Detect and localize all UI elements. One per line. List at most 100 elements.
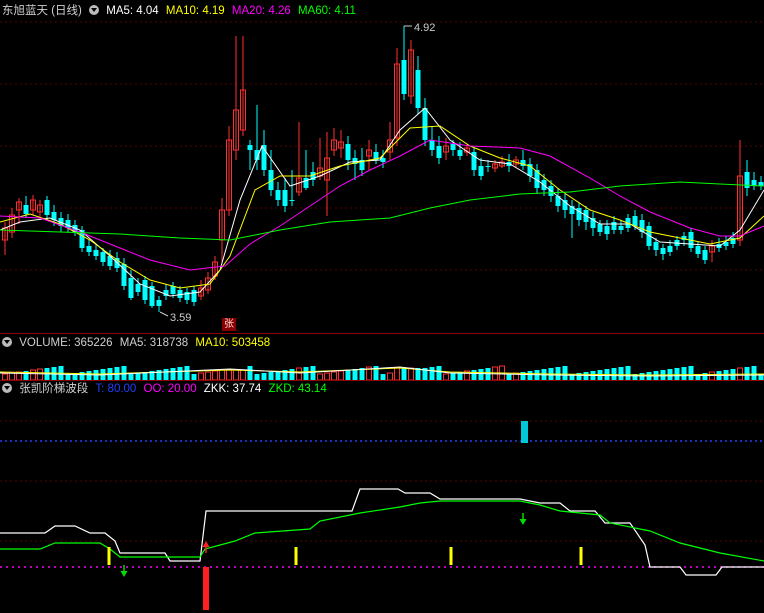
- candle-body: [401, 60, 407, 94]
- volume-bar: [184, 366, 190, 380]
- volume-bar: [226, 369, 232, 380]
- volume-bar: [408, 367, 414, 380]
- volume-bar: [219, 369, 225, 380]
- volume-bar: [394, 367, 400, 380]
- volume-bar: [527, 371, 533, 380]
- volume-bar: [436, 366, 442, 380]
- candle-body: [128, 278, 134, 298]
- candle-body: [191, 290, 197, 302]
- volume-bar: [387, 372, 393, 380]
- volume-bar: [674, 368, 680, 380]
- volume-bar: [198, 372, 204, 380]
- high-price-label: 4.92: [414, 22, 436, 34]
- volume-bar: [212, 370, 218, 380]
- candle-body: [429, 140, 435, 150]
- volume-bar: [177, 367, 183, 380]
- indicator-chart: [0, 420, 764, 610]
- volume-bar: [9, 372, 15, 380]
- candle-body: [44, 200, 50, 215]
- signal-bar: [449, 547, 453, 565]
- candle-body: [695, 246, 701, 254]
- volume-bar: [562, 366, 568, 380]
- candle-body: [415, 70, 421, 108]
- candle-body: [660, 248, 666, 254]
- volume-bar: [751, 366, 757, 380]
- volume-bar: [744, 367, 750, 380]
- low-price-label: 3.59: [170, 312, 192, 324]
- volume-bar: [86, 371, 92, 380]
- candle-body: [345, 144, 351, 160]
- cyan-signal-bar: [521, 421, 528, 443]
- volume-bar: [324, 372, 330, 380]
- volume-bar: [681, 367, 687, 380]
- volume-bar: [247, 366, 253, 380]
- volume-bar: [450, 373, 456, 380]
- volume-bar: [303, 367, 309, 380]
- volume-bar: [583, 372, 589, 380]
- candle-body: [303, 178, 309, 188]
- volume-bar: [688, 366, 694, 380]
- candle-body: [436, 146, 442, 158]
- candle-body: [597, 224, 603, 232]
- zkk-line: [0, 488, 764, 576]
- candle-body: [450, 144, 456, 150]
- price-pane[interactable]: 东旭蓝天 (日线) MA5: 4.04 MA10: 4.19 MA20: 4.2…: [0, 0, 764, 333]
- candle-body: [156, 300, 162, 306]
- volume-bar: [135, 373, 141, 380]
- candle-body: [247, 145, 253, 150]
- candle-body: [611, 222, 617, 230]
- volume-bar: [401, 368, 407, 380]
- candle-body: [23, 205, 29, 214]
- volume-bar: [163, 369, 169, 380]
- volume-bar: [618, 367, 624, 380]
- candle-body: [632, 216, 638, 226]
- volume-bar: [331, 371, 337, 380]
- signal-bar: [107, 547, 111, 565]
- volume-pane[interactable]: VOLUME: 365226 MA5: 318738 MA10: 503458: [0, 334, 764, 380]
- price-chart: [0, 21, 764, 317]
- volume-bar: [37, 368, 43, 380]
- volume-bar: [429, 367, 435, 380]
- zkd-line: [0, 500, 764, 562]
- volume-bar: [310, 366, 316, 380]
- volume-chart: [0, 365, 764, 380]
- volume-bar: [352, 369, 358, 380]
- volume-bar: [625, 366, 631, 380]
- candle-body: [618, 226, 624, 230]
- volume-bar: [275, 371, 281, 380]
- candle-body: [86, 246, 92, 252]
- candle-body: [100, 252, 106, 262]
- volume-bar: [296, 367, 302, 380]
- volume-bar: [639, 373, 645, 380]
- volume-bar: [338, 370, 344, 380]
- indicator-pane[interactable]: 张凯阶梯波段 T: 80.00 OO: 20.00 ZKK: 37.74 ZKD…: [0, 381, 764, 613]
- volume-bar: [233, 369, 239, 380]
- candle-body: [485, 166, 491, 167]
- candle-body: [667, 246, 673, 252]
- signal-bar: [294, 547, 298, 565]
- volume-bar: [345, 370, 351, 380]
- buy-signal-bar: [203, 567, 209, 610]
- candle-body: [653, 242, 659, 250]
- volume-bar: [478, 369, 484, 380]
- candle-body: [457, 150, 463, 156]
- volume-bar: [471, 370, 477, 380]
- volume-bar: [156, 370, 162, 380]
- low-pointer: [159, 311, 169, 317]
- volume-bar: [205, 371, 211, 380]
- volume-bar: [170, 368, 176, 380]
- candle-body: [93, 250, 99, 256]
- volume-bar: [289, 369, 295, 380]
- candle-body: [289, 200, 295, 201]
- volume-bar: [611, 368, 617, 380]
- candle-body: [135, 284, 141, 292]
- candle-body: [422, 108, 428, 140]
- candle-body: [170, 286, 176, 294]
- signal-bar: [579, 547, 583, 565]
- candle-body: [702, 250, 708, 260]
- candle-body: [478, 166, 484, 176]
- candle-body: [282, 190, 288, 206]
- volume-bar: [30, 369, 36, 380]
- volume-bar: [268, 372, 274, 380]
- candle-body: [275, 190, 281, 200]
